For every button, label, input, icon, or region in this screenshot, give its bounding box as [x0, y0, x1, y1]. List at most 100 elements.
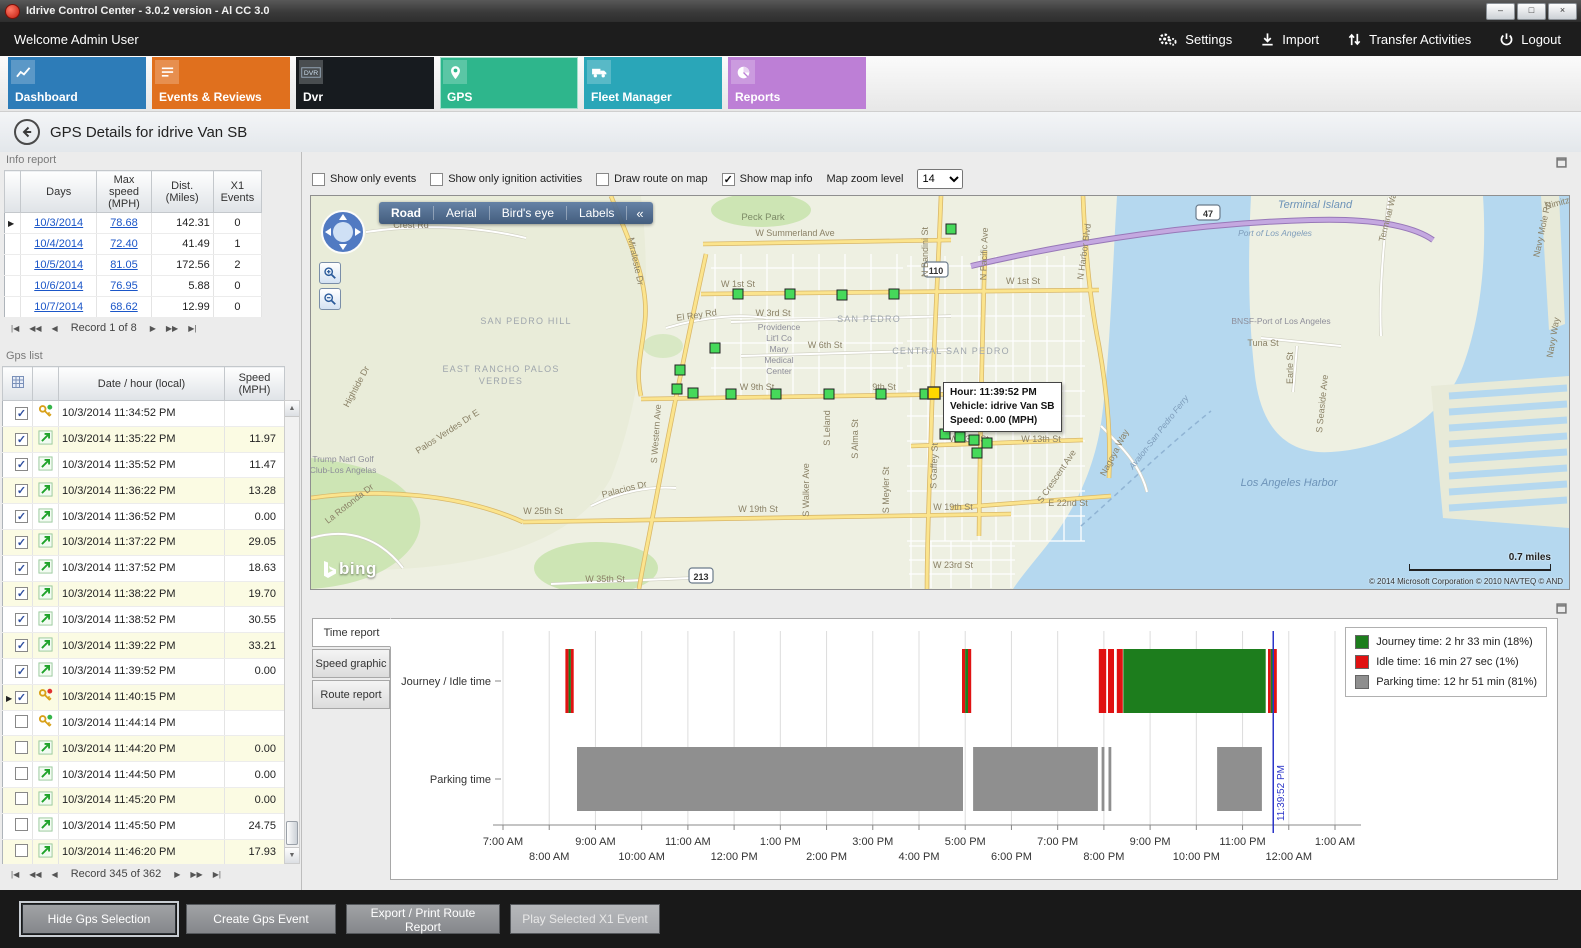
scroll-up-icon[interactable]: ▲ — [285, 401, 299, 417]
gps-row[interactable]: ✓10/3/2014 11:37:52 PM18.63 — [3, 555, 285, 581]
gps-row[interactable]: 10/3/2014 11:45:50 PM24.75 — [3, 813, 285, 839]
column-header[interactable]: Days — [21, 171, 97, 213]
pager-last-button[interactable]: ▶| — [210, 869, 224, 880]
option-checkbox[interactable] — [430, 173, 443, 186]
export-print-route-report-button[interactable]: Export / Print Route Report — [346, 904, 500, 934]
scroll-down-icon[interactable]: ▼ — [285, 847, 299, 863]
day-link[interactable]: 10/4/2014 — [34, 238, 83, 250]
map-view-labels[interactable]: Labels — [567, 206, 627, 220]
pager-prev-page-button[interactable]: ◀◀ — [26, 323, 44, 334]
selected-gps-point-marker[interactable] — [928, 387, 940, 399]
chart-tab-time-report[interactable]: Time report — [312, 618, 391, 647]
chart-tab-route-report[interactable]: Route report — [312, 680, 390, 709]
row-checkbox[interactable]: ✓ — [15, 510, 28, 523]
import-button[interactable]: Import — [1260, 31, 1319, 47]
gps-row[interactable]: ✓10/3/2014 11:35:22 PM11.97 — [3, 426, 285, 452]
gps-point-marker[interactable] — [771, 389, 781, 399]
pager-next-page-button[interactable]: ▶▶ — [163, 323, 181, 334]
info-report-row[interactable]: 10/6/201476.955.880 — [5, 276, 262, 297]
map-view-aerial[interactable]: Aerial — [434, 206, 490, 220]
row-checkbox[interactable]: ✓ — [15, 613, 28, 626]
option-checkbox[interactable]: ✓ — [722, 173, 735, 186]
gps-row[interactable]: ✓10/3/2014 11:39:52 PM0.00 — [3, 658, 285, 684]
row-checkbox[interactable]: ✓ — [15, 458, 28, 471]
row-checkbox[interactable]: ✓ — [15, 407, 28, 420]
max-speed-link[interactable]: 68.62 — [110, 301, 138, 313]
pager-last-button[interactable]: ▶| — [185, 323, 199, 334]
tab-fleet-manager[interactable]: Fleet Manager — [584, 57, 722, 109]
tab-dvr[interactable]: DVRDvr — [296, 57, 434, 109]
row-checkbox[interactable] — [15, 844, 28, 857]
max-speed-link[interactable]: 81.05 — [110, 259, 138, 271]
zoom-in-icon[interactable] — [319, 262, 341, 284]
collapse-nav-icon[interactable]: « — [627, 206, 652, 221]
info-report-row[interactable]: 10/4/201472.4041.491 — [5, 234, 262, 255]
minimize-button[interactable]: – — [1486, 3, 1515, 20]
chart-tab-speed-graphic[interactable]: Speed graphic — [312, 649, 390, 678]
tab-dashboard[interactable]: Dashboard — [8, 57, 146, 109]
max-speed-link[interactable]: 72.40 — [110, 238, 138, 250]
back-button[interactable] — [14, 119, 40, 145]
gps-point-marker[interactable] — [876, 389, 886, 399]
gps-row[interactable]: ✓10/3/2014 11:38:22 PM19.70 — [3, 581, 285, 607]
info-report-row[interactable]: 10/7/201468.6212.990 — [5, 297, 262, 318]
gps-row[interactable]: 10/3/2014 11:44:20 PM0.00 — [3, 736, 285, 762]
map[interactable]: 11047213 Peck ParkCrest RdW Summerland A… — [310, 195, 1570, 590]
gps-point-marker[interactable] — [955, 432, 965, 442]
column-header[interactable]: Max speed (MPH) — [97, 171, 151, 213]
map-zoom-select[interactable]: 14 — [917, 169, 963, 189]
gps-row[interactable]: ✓10/3/2014 11:39:22 PM33.21 — [3, 633, 285, 659]
play-selected-x1-event-button[interactable]: Play Selected X1 Event — [510, 904, 660, 934]
zoom-out-icon[interactable] — [319, 288, 341, 310]
maximize-button[interactable]: □ — [1517, 3, 1546, 20]
map-compass-icon[interactable] — [319, 208, 367, 261]
gps-row[interactable]: ✓10/3/2014 11:36:22 PM13.28 — [3, 478, 285, 504]
day-link[interactable]: 10/5/2014 — [34, 259, 83, 271]
create-gps-event-button[interactable]: Create Gps Event — [186, 904, 336, 934]
gps-row[interactable]: ▶✓10/3/2014 11:40:15 PM — [3, 684, 285, 710]
row-checkbox[interactable]: ✓ — [15, 562, 28, 575]
tab-reports[interactable]: Reports — [728, 57, 866, 109]
column-header[interactable]: Date / hour (local) — [59, 367, 225, 401]
close-button[interactable]: × — [1548, 3, 1577, 20]
row-checkbox[interactable]: ✓ — [15, 691, 28, 704]
info-report-row[interactable]: ▶10/3/201478.68142.310 — [5, 213, 262, 234]
row-checkbox[interactable] — [15, 818, 28, 831]
gps-point-marker[interactable] — [726, 389, 736, 399]
row-checkbox[interactable]: ✓ — [15, 587, 28, 600]
option-checkbox[interactable] — [596, 173, 609, 186]
chart-maximize-icon[interactable] — [1556, 601, 1567, 619]
gps-point-marker[interactable] — [688, 388, 698, 398]
pager-next-button[interactable]: ▶ — [171, 869, 183, 880]
gps-row[interactable]: ✓10/3/2014 11:36:52 PM0.00 — [3, 504, 285, 530]
tab-events-reviews[interactable]: Events & Reviews — [152, 57, 290, 109]
max-speed-link[interactable]: 78.68 — [110, 217, 138, 229]
gps-point-marker[interactable] — [785, 289, 795, 299]
row-checkbox[interactable] — [15, 767, 28, 780]
max-speed-link[interactable]: 76.95 — [110, 280, 138, 292]
pager-next-page-button[interactable]: ▶▶ — [187, 869, 205, 880]
gps-row[interactable]: ✓10/3/2014 11:37:22 PM29.05 — [3, 529, 285, 555]
gps-row[interactable]: ✓10/3/2014 11:35:52 PM11.47 — [3, 452, 285, 478]
column-header[interactable]: Speed (MPH) — [225, 367, 285, 401]
pager-prev-button[interactable]: ◀ — [49, 869, 61, 880]
gps-point-marker[interactable] — [982, 438, 992, 448]
gps-row[interactable]: 10/3/2014 11:45:20 PM0.00 — [3, 787, 285, 813]
row-checkbox[interactable]: ✓ — [15, 639, 28, 652]
row-checkbox[interactable]: ✓ — [15, 665, 28, 678]
gps-point-marker[interactable] — [672, 384, 682, 394]
pager-prev-button[interactable]: ◀ — [49, 323, 61, 334]
row-checkbox[interactable]: ✓ — [15, 536, 28, 549]
row-checkbox[interactable]: ✓ — [15, 433, 28, 446]
gps-point-marker[interactable] — [824, 389, 834, 399]
gps-point-marker[interactable] — [889, 289, 899, 299]
hide-gps-selection-button[interactable]: Hide Gps Selection — [22, 904, 176, 934]
row-checkbox[interactable] — [15, 792, 28, 805]
settings-button[interactable]: Settings — [1157, 31, 1232, 47]
gps-point-marker[interactable] — [946, 224, 956, 234]
gps-point-marker[interactable] — [972, 448, 982, 458]
row-checkbox[interactable] — [15, 741, 28, 754]
map-maximize-icon[interactable] — [1556, 155, 1567, 173]
gps-row[interactable]: 10/3/2014 11:44:50 PM0.00 — [3, 762, 285, 788]
map-view-road[interactable]: Road — [379, 206, 434, 220]
